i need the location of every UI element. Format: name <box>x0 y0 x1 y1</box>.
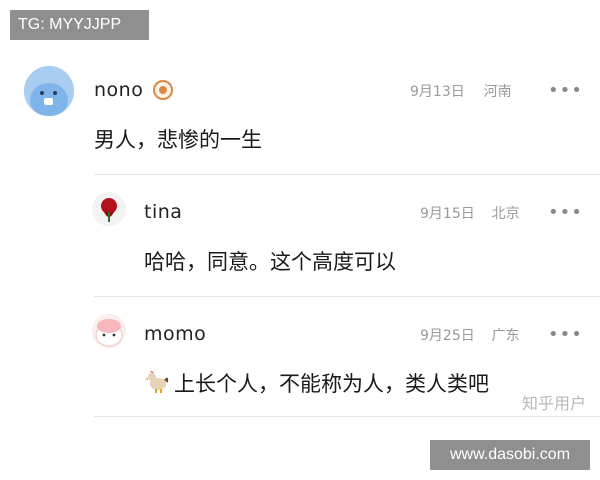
avatar-tina[interactable] <box>92 192 126 226</box>
comment-date: 9月13日 <box>410 84 465 100</box>
cartoon-avatar-icon <box>24 66 74 116</box>
comment-date: 9月15日 <box>420 206 475 222</box>
comment-location: 北京 <box>491 206 520 222</box>
avatar-nono[interactable] <box>24 66 74 116</box>
cartoon-avatar-icon <box>92 314 126 348</box>
comment-date: 9月25日 <box>420 328 475 344</box>
tg-overlay-label: TG: MYYJJPP <box>10 10 149 40</box>
rooster-emoji-icon <box>144 368 170 394</box>
avatar-momo[interactable] <box>92 314 126 348</box>
medal-glyph-icon <box>159 86 167 94</box>
more-options-button[interactable]: ••• <box>548 82 583 100</box>
more-options-button[interactable]: ••• <box>548 326 583 344</box>
comment-text: 哈哈，同意。这个高度可以 <box>144 250 396 274</box>
zhihu-watermark: 知乎用户 <box>521 394 586 413</box>
divider <box>94 174 600 175</box>
comment-text: 男人，悲惨的一生 <box>94 128 262 152</box>
comment-location: 河南 <box>483 84 512 100</box>
comment-text: 上长个人，不能称为人，类人类吧 <box>174 372 489 396</box>
divider <box>94 296 600 297</box>
comment-location: 广东 <box>491 328 520 344</box>
rose-avatar-icon <box>92 192 126 226</box>
comment-meta: 9月15日 北京 <box>420 203 520 223</box>
username[interactable]: tina <box>144 201 182 223</box>
username[interactable]: momo <box>144 323 206 345</box>
comment-meta: 9月25日 广东 <box>420 325 520 345</box>
more-options-button[interactable]: ••• <box>548 204 583 222</box>
medal-icon <box>153 80 173 100</box>
username[interactable]: nono <box>94 79 143 101</box>
site-overlay-label: www.dasobi.com <box>430 440 590 470</box>
comment-meta: 9月13日 河南 <box>410 81 512 101</box>
divider <box>94 416 600 417</box>
